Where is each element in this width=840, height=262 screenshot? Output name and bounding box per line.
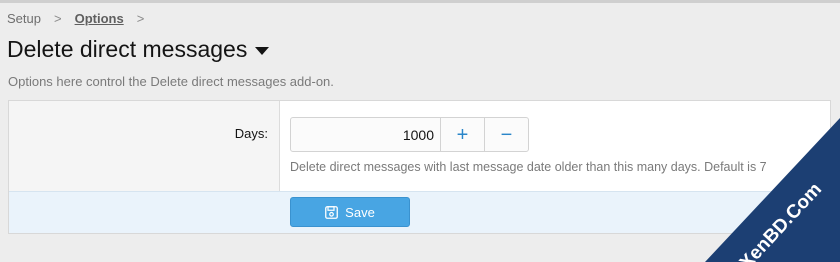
plus-icon: + <box>456 123 469 146</box>
page-description: Options here control the Delete direct m… <box>8 74 334 89</box>
option-label-cell: Days: <box>9 101 280 191</box>
save-button-label: Save <box>345 204 375 220</box>
top-edge <box>0 0 840 3</box>
form-submit-row: Save <box>9 191 830 233</box>
option-row-days: Days: + − Delete direct messages with la… <box>9 101 830 191</box>
breadcrumb-item-setup[interactable]: Setup <box>7 11 41 26</box>
option-input-cell: + − Delete direct messages with last mes… <box>280 101 830 191</box>
floppy-disk-icon <box>325 205 339 219</box>
chevron-right-icon: > <box>136 11 145 26</box>
options-form: Days: + − Delete direct messages with la… <box>8 100 831 234</box>
page-title-text: Delete direct messages <box>7 36 248 62</box>
increment-button[interactable]: + <box>440 118 484 151</box>
minus-icon: − <box>500 123 513 146</box>
days-input[interactable] <box>291 118 440 151</box>
chevron-right-icon: > <box>53 11 62 26</box>
breadcrumb: Setup > Options > <box>7 11 157 26</box>
option-explain: Delete direct messages with last message… <box>290 160 767 174</box>
breadcrumb-item-options[interactable]: Options <box>75 11 124 26</box>
days-number-box: + − <box>290 117 529 152</box>
page-title[interactable]: Delete direct messages <box>7 36 270 63</box>
days-label: Days: <box>234 126 268 141</box>
decrement-button[interactable]: − <box>484 118 528 151</box>
caret-down-icon[interactable] <box>255 46 270 55</box>
save-button[interactable]: Save <box>290 197 410 227</box>
